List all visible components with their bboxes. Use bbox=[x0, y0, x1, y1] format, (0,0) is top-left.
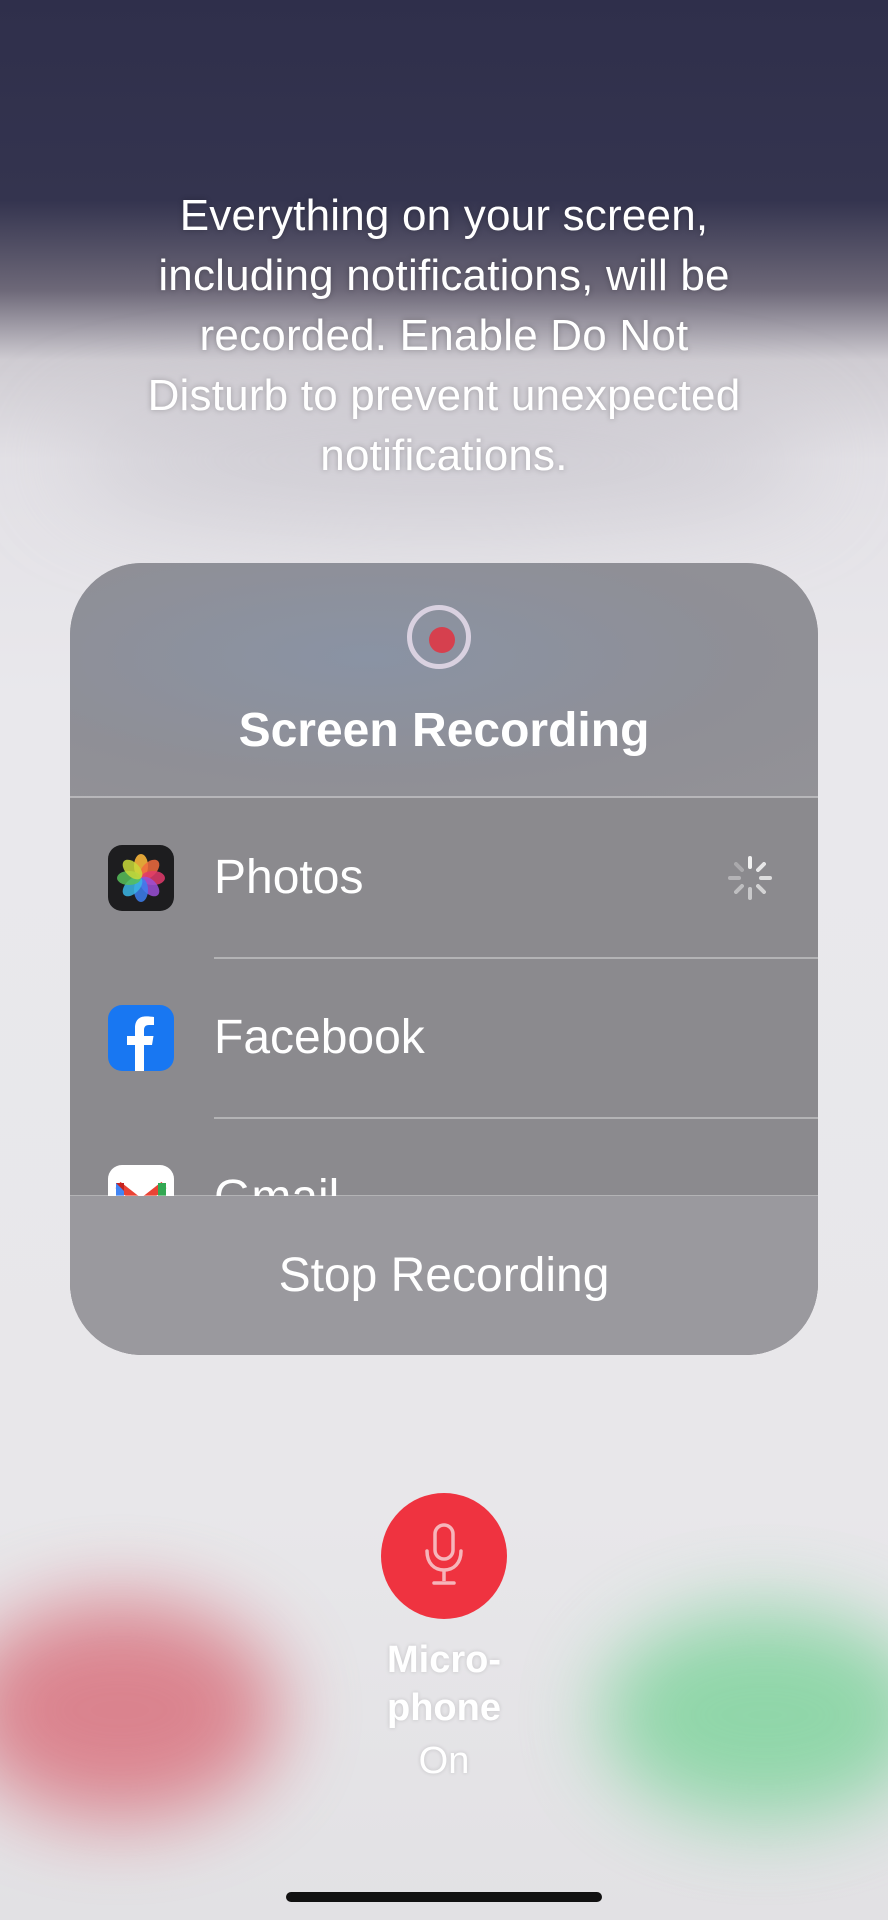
screen-recording-panel: Screen Recording Photos Facebook Stop Re… bbox=[70, 563, 818, 1355]
record-icon bbox=[407, 605, 471, 669]
notice-line: notifications. bbox=[320, 431, 568, 480]
panel-title: Screen Recording bbox=[238, 704, 650, 757]
microphone-label: Micro- phone bbox=[344, 1636, 544, 1732]
facebook-icon bbox=[108, 1005, 174, 1071]
panel-header: Screen Recording bbox=[70, 563, 818, 797]
list-item-facebook[interactable]: Facebook bbox=[70, 958, 818, 1118]
list-item-photos[interactable]: Photos bbox=[70, 798, 818, 958]
microphone-label-line: phone bbox=[387, 1687, 501, 1729]
loading-spinner-icon bbox=[728, 856, 772, 900]
stop-recording-label: Stop Recording bbox=[278, 1249, 610, 1302]
home-indicator[interactable] bbox=[286, 1892, 602, 1902]
microphone-state: On bbox=[418, 1740, 470, 1782]
microphone-toggle-button[interactable] bbox=[381, 1493, 507, 1619]
microphone-label-line: Micro- bbox=[387, 1639, 501, 1681]
notice-line: Everything on your screen, bbox=[179, 191, 709, 240]
notice-line: Disturb to prevent unexpected bbox=[147, 371, 741, 420]
record-dot bbox=[429, 627, 455, 653]
notice-line: including notifications, will be bbox=[158, 251, 730, 300]
app-label-facebook: Facebook bbox=[214, 1011, 425, 1064]
microphone-icon bbox=[425, 1523, 463, 1585]
notice-line: recorded. Enable Do Not bbox=[199, 311, 689, 360]
app-label-photos: Photos bbox=[214, 851, 364, 904]
recording-notice: Everything on your screen, including not… bbox=[70, 186, 818, 486]
stop-recording-button[interactable]: Stop Recording bbox=[70, 1196, 818, 1355]
photos-icon bbox=[108, 845, 174, 911]
